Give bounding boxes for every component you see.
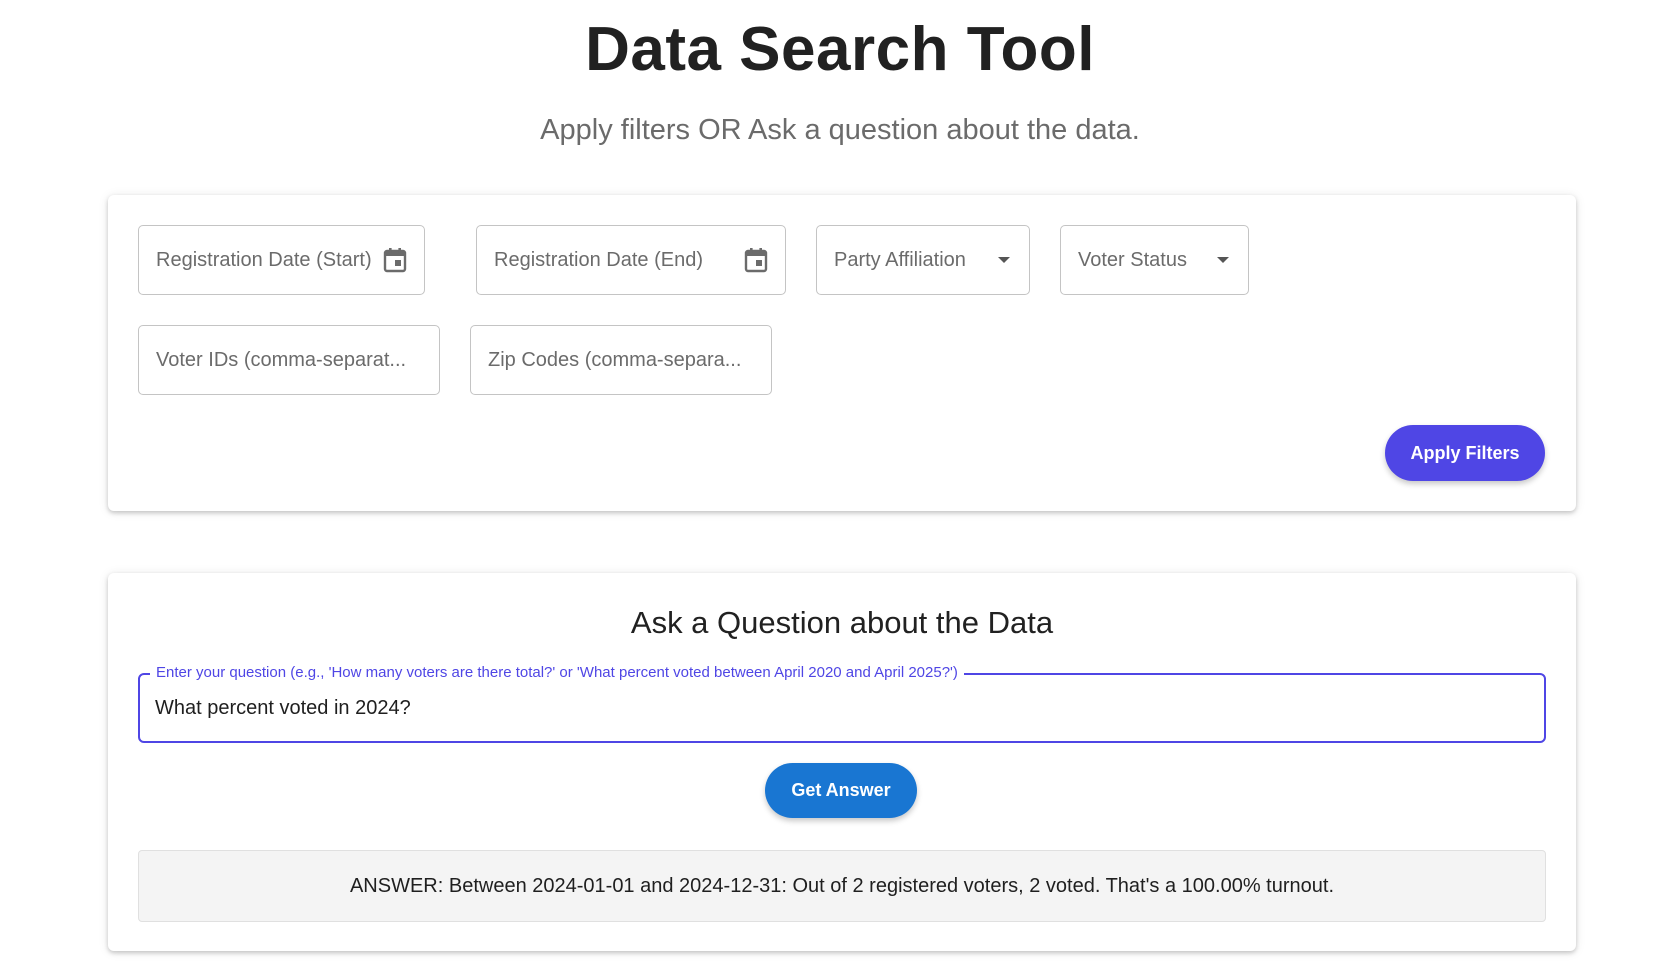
question-field[interactable]: Enter your question (e.g., 'How many vot… — [138, 664, 1546, 743]
calendar-icon[interactable] — [744, 247, 768, 273]
get-answer-button[interactable]: Get Answer — [765, 763, 917, 818]
voter-status-label: Voter Status — [1078, 248, 1187, 271]
page-title: Data Search Tool — [585, 15, 1095, 84]
filters-card: Registration Date (Start) Registration D… — [108, 195, 1576, 511]
registration-date-end-field[interactable]: Registration Date (End) — [476, 225, 786, 295]
registration-date-start-field[interactable]: Registration Date (Start) — [138, 225, 425, 295]
registration-date-start-label: Registration Date (Start) — [156, 248, 372, 271]
answer-box: ANSWER: Between 2024-01-01 and 2024-12-3… — [138, 850, 1546, 922]
page-subtitle: Apply filters OR Ask a question about th… — [540, 114, 1140, 146]
dropdown-arrow-icon — [996, 255, 1012, 265]
voter-ids-input[interactable]: Voter IDs (comma-separat... — [138, 325, 440, 395]
page: Data Search Tool Apply filters OR Ask a … — [0, 0, 1680, 977]
zip-codes-input[interactable]: Zip Codes (comma-separa... — [470, 325, 772, 395]
party-affiliation-select[interactable]: Party Affiliation — [816, 225, 1030, 295]
zip-codes-placeholder: Zip Codes (comma-separa... — [488, 348, 742, 371]
question-heading: Ask a Question about the Data — [630, 605, 1054, 640]
party-affiliation-label: Party Affiliation — [834, 248, 966, 271]
question-input[interactable] — [155, 675, 1525, 741]
apply-filters-button[interactable]: Apply Filters — [1385, 425, 1545, 481]
voter-ids-placeholder: Voter IDs (comma-separat... — [156, 348, 407, 371]
calendar-icon[interactable] — [383, 247, 407, 273]
voter-status-select[interactable]: Voter Status — [1060, 225, 1249, 295]
question-card: Ask a Question about the Data Enter your… — [108, 573, 1576, 951]
registration-date-end-label: Registration Date (End) — [494, 248, 703, 271]
answer-text: ANSWER: Between 2024-01-01 and 2024-12-3… — [349, 874, 1335, 897]
dropdown-arrow-icon — [1215, 255, 1231, 265]
